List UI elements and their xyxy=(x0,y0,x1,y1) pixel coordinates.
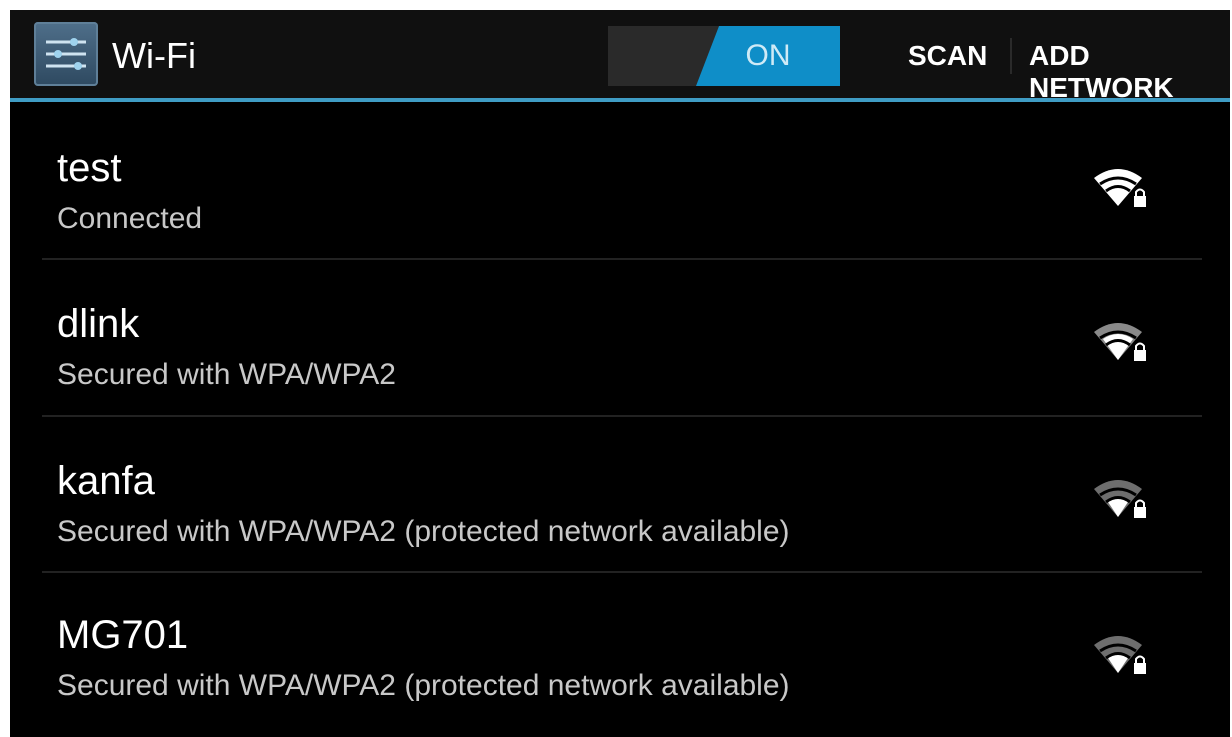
network-item-test[interactable]: test Connected xyxy=(42,102,1202,257)
page-title: Wi-Fi xyxy=(112,35,196,76)
network-name: kanfa xyxy=(57,459,155,503)
action-bar: Wi-Fi ON SCAN ADD NETWORK xyxy=(10,10,1230,103)
wifi-toggle[interactable]: ON xyxy=(608,26,840,86)
scan-button[interactable]: SCAN xyxy=(908,40,987,72)
settings-sliders-icon[interactable] xyxy=(34,22,98,86)
network-status: Secured with WPA/WPA2 (protected network… xyxy=(57,669,790,702)
network-status: Secured with WPA/WPA2 xyxy=(57,358,396,391)
network-status: Connected xyxy=(57,202,203,235)
network-item-mg701[interactable]: MG701 Secured with WPA/WPA2 (protected n… xyxy=(42,573,1202,728)
wifi-locked-icon xyxy=(1094,480,1146,518)
network-item-kanfa[interactable]: kanfa Secured with WPA/WPA2 (protected n… xyxy=(42,417,1202,572)
network-item-dlink[interactable]: dlink Secured with WPA/WPA2 xyxy=(42,260,1202,415)
network-name: MG701 xyxy=(57,613,189,657)
network-name: dlink xyxy=(57,302,140,346)
wifi-locked-icon xyxy=(1094,636,1146,674)
wifi-settings-screen: Wi-Fi ON SCAN ADD NETWORK test Connected… xyxy=(10,10,1230,737)
add-network-button[interactable]: ADD NETWORK xyxy=(1029,40,1230,104)
network-status: Secured with WPA/WPA2 (protected network… xyxy=(57,515,790,548)
toggle-label: ON xyxy=(745,39,791,72)
network-name: test xyxy=(57,146,122,190)
action-divider xyxy=(1010,38,1012,74)
wifi-locked-icon xyxy=(1094,169,1146,207)
wifi-locked-icon xyxy=(1094,323,1146,361)
